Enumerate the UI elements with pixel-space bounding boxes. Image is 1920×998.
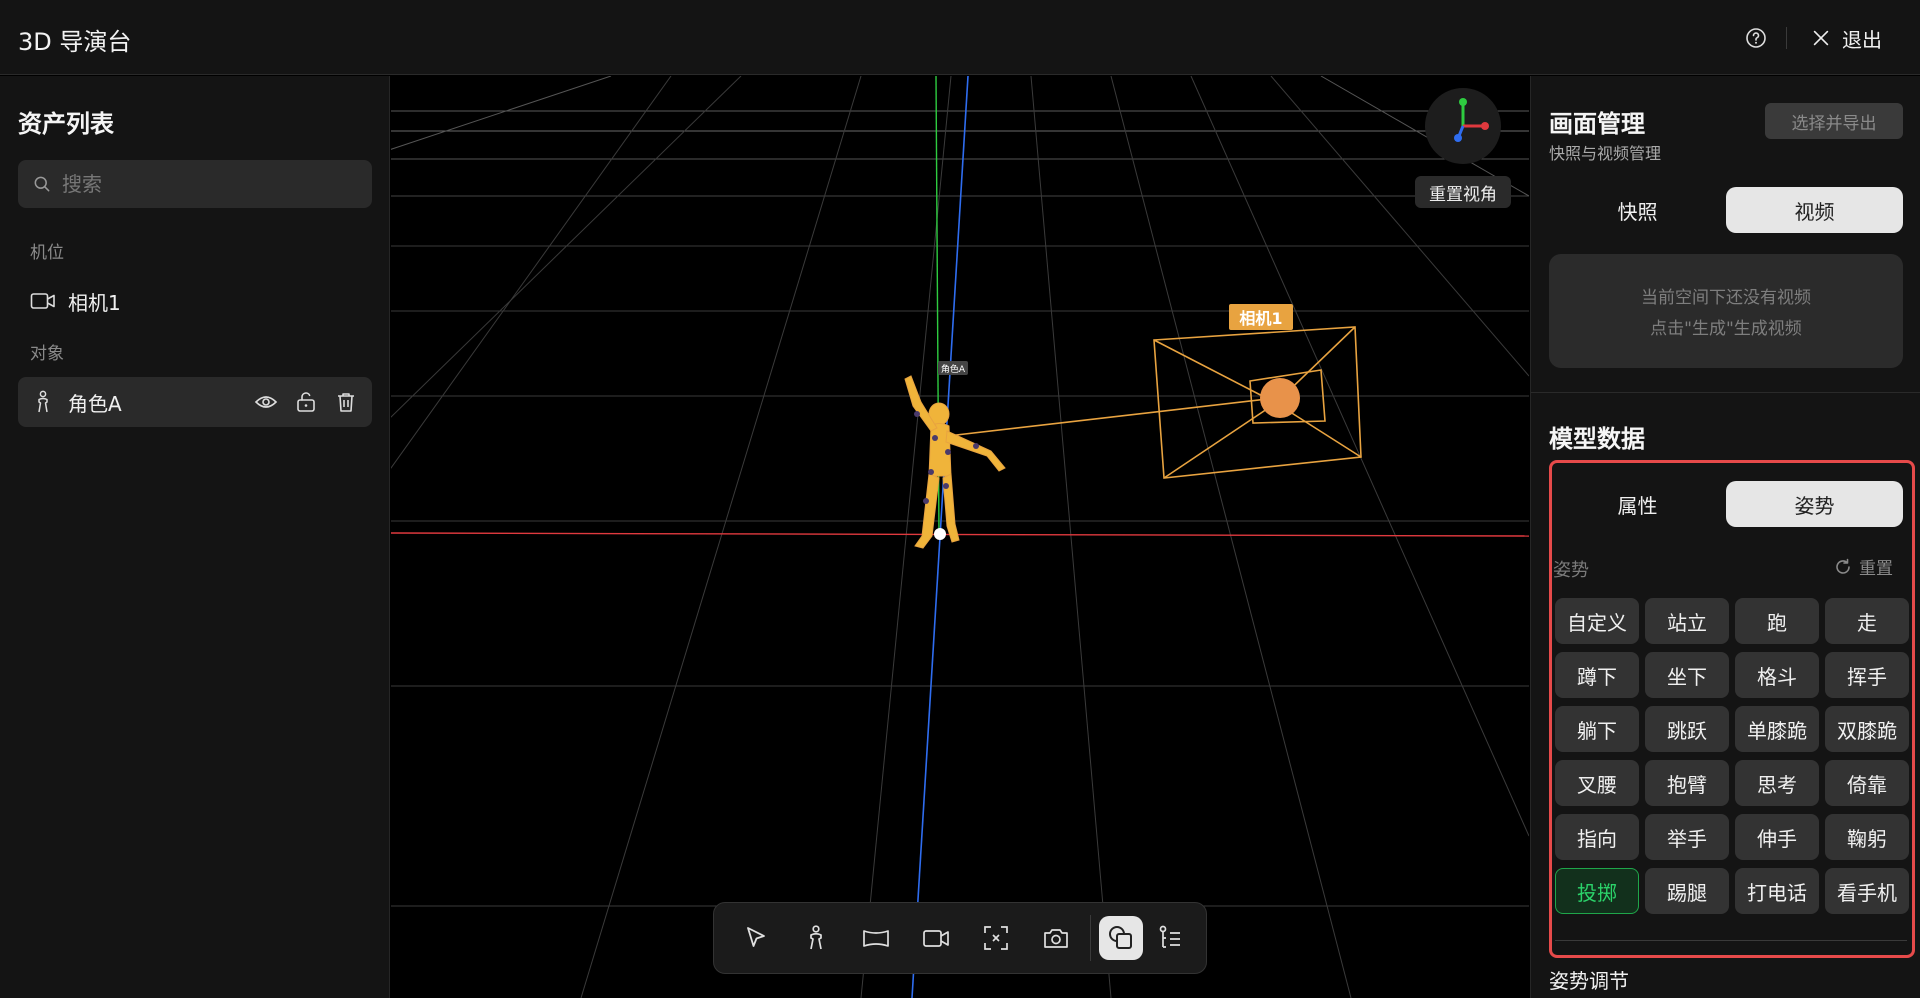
character-model <box>904 375 1006 549</box>
pose-button[interactable]: 跑 <box>1735 598 1819 644</box>
frame-tabs: 快照 视频 <box>1549 187 1903 233</box>
camera-section-label: 机位 <box>30 243 64 263</box>
pose-button[interactable]: 坐下 <box>1645 652 1729 698</box>
help-icon[interactable] <box>1744 26 1768 50</box>
reset-view-button[interactable]: 重置视角 <box>1415 176 1511 208</box>
character-icon <box>810 925 822 950</box>
reset-pose-button[interactable]: 重置 <box>1833 554 1893 579</box>
asset-item-camera1[interactable]: 相机1 <box>18 276 372 326</box>
pose-button[interactable]: 挥手 <box>1825 652 1909 698</box>
camera-icon <box>923 930 949 947</box>
x-axis-line <box>391 532 1529 537</box>
scene-icon <box>863 930 889 947</box>
pose-button[interactable]: 指向 <box>1555 814 1639 860</box>
object-section-label: 对象 <box>30 344 64 364</box>
snapshot-icon <box>1044 929 1068 948</box>
pose-button[interactable]: 格斗 <box>1735 652 1819 698</box>
scene-canvas[interactable] <box>391 76 1529 998</box>
refresh-icon <box>1836 558 1850 574</box>
pose-button[interactable]: 自定义 <box>1555 598 1639 644</box>
select-tool[interactable] <box>726 912 786 964</box>
list-tool[interactable] <box>1147 912 1193 964</box>
pose-button[interactable]: 打电话 <box>1735 868 1819 914</box>
pose-button[interactable]: 思考 <box>1735 760 1819 806</box>
video-empty-state: 当前空间下还没有视频 点击"生成"生成视频 <box>1549 254 1903 368</box>
model-data-title: 模型数据 <box>1549 425 1645 453</box>
select-icon <box>747 927 765 947</box>
list-icon <box>1159 925 1180 948</box>
eye-icon[interactable] <box>254 390 278 414</box>
focus-icon <box>984 926 1008 950</box>
search-box <box>18 160 372 208</box>
pose-button[interactable]: 单膝跪 <box>1735 706 1819 752</box>
header-divider <box>1786 27 1787 49</box>
pose-button[interactable]: 看手机 <box>1825 868 1909 914</box>
tab-snapshot[interactable]: 快照 <box>1549 187 1726 233</box>
pose-button[interactable]: 鞠躬 <box>1825 814 1909 860</box>
frame-manager-title: 画面管理 <box>1549 110 1645 138</box>
exit-button[interactable]: 退出 <box>1810 22 1882 54</box>
3d-viewport[interactable]: 角色A 相机1 重置视角 <box>391 76 1529 998</box>
pose-button[interactable]: 伸手 <box>1735 814 1819 860</box>
axis-gizmo[interactable] <box>1425 88 1501 164</box>
camera-body <box>1260 378 1300 418</box>
camera-icon <box>30 289 56 313</box>
asset-panel: 资产列表 机位 相机1 对象 角色A <box>0 76 390 998</box>
export-button[interactable]: 选择并导出 <box>1765 103 1903 139</box>
pose-adjust-title: 姿势调节 <box>1549 969 1629 993</box>
empty-line-2: 点击"生成"生成视频 <box>1650 319 1802 339</box>
pose-grid: 自定义 站立 跑 走 蹲下 坐下 格斗 挥手 躺下 跳跃 单膝跪 双膝跪 叉腰 … <box>1555 598 1909 914</box>
pose-button[interactable]: 跳跃 <box>1645 706 1729 752</box>
pose-button[interactable]: 举手 <box>1645 814 1729 860</box>
focus-tool[interactable] <box>966 912 1026 964</box>
person-icon <box>30 390 56 414</box>
pose-button[interactable]: 站立 <box>1645 598 1729 644</box>
top-bar: 3D 导演台 退出 <box>0 0 1920 75</box>
pose-button[interactable]: 倚靠 <box>1825 760 1909 806</box>
reset-label: 重置 <box>1859 559 1893 579</box>
pose-button[interactable]: 躺下 <box>1555 706 1639 752</box>
asset-item-character-a[interactable]: 角色A <box>18 377 372 427</box>
properties-panel: 画面管理 快照与视频管理 选择并导出 快照 视频 当前空间下还没有视频 点击"生… <box>1530 76 1920 998</box>
unlock-icon[interactable] <box>294 390 318 414</box>
model-tabs: 属性 姿势 <box>1549 481 1903 527</box>
tab-video[interactable]: 视频 <box>1726 187 1903 233</box>
tab-attributes[interactable]: 属性 <box>1549 481 1726 527</box>
camera-tag: 相机1 <box>1229 304 1293 330</box>
empty-line-1: 当前空间下还没有视频 <box>1641 288 1811 308</box>
asset-panel-title: 资产列表 <box>18 110 114 138</box>
search-input[interactable] <box>62 172 362 196</box>
tab-pose[interactable]: 姿势 <box>1726 481 1903 527</box>
close-icon <box>1813 30 1829 46</box>
pose-button-selected[interactable]: 投掷 <box>1555 868 1639 914</box>
toolbar-divider <box>1090 915 1091 961</box>
asset-item-label: 相机1 <box>68 290 121 315</box>
pose-button[interactable]: 走 <box>1825 598 1909 644</box>
origin-point <box>934 528 946 540</box>
asset-item-label: 角色A <box>68 391 122 416</box>
pose-label: 姿势 <box>1553 560 1589 581</box>
app-title: 3D 导演台 <box>18 28 132 56</box>
frame-manager-subtitle: 快照与视频管理 <box>1549 144 1662 163</box>
pose-divider <box>1555 940 1907 941</box>
pose-button[interactable]: 踢腿 <box>1645 868 1729 914</box>
pose-button[interactable]: 叉腰 <box>1555 760 1639 806</box>
scene-tool[interactable] <box>846 912 906 964</box>
pose-button[interactable]: 蹲下 <box>1555 652 1639 698</box>
search-icon <box>34 176 50 192</box>
character-tool[interactable] <box>786 912 846 964</box>
trash-icon[interactable] <box>334 390 358 414</box>
pose-button[interactable]: 双膝跪 <box>1825 706 1909 752</box>
exit-label: 退出 <box>1842 27 1882 52</box>
viewport-toolbar <box>713 902 1207 974</box>
pose-button[interactable]: 抱臂 <box>1645 760 1729 806</box>
camera-tool[interactable] <box>906 912 966 964</box>
character-tag: 角色A <box>938 361 968 375</box>
overlap-tool[interactable] <box>1099 916 1143 960</box>
overlap-icon <box>1109 926 1132 949</box>
section-divider <box>1531 392 1920 393</box>
item-actions <box>254 390 358 414</box>
snapshot-tool[interactable] <box>1026 912 1086 964</box>
